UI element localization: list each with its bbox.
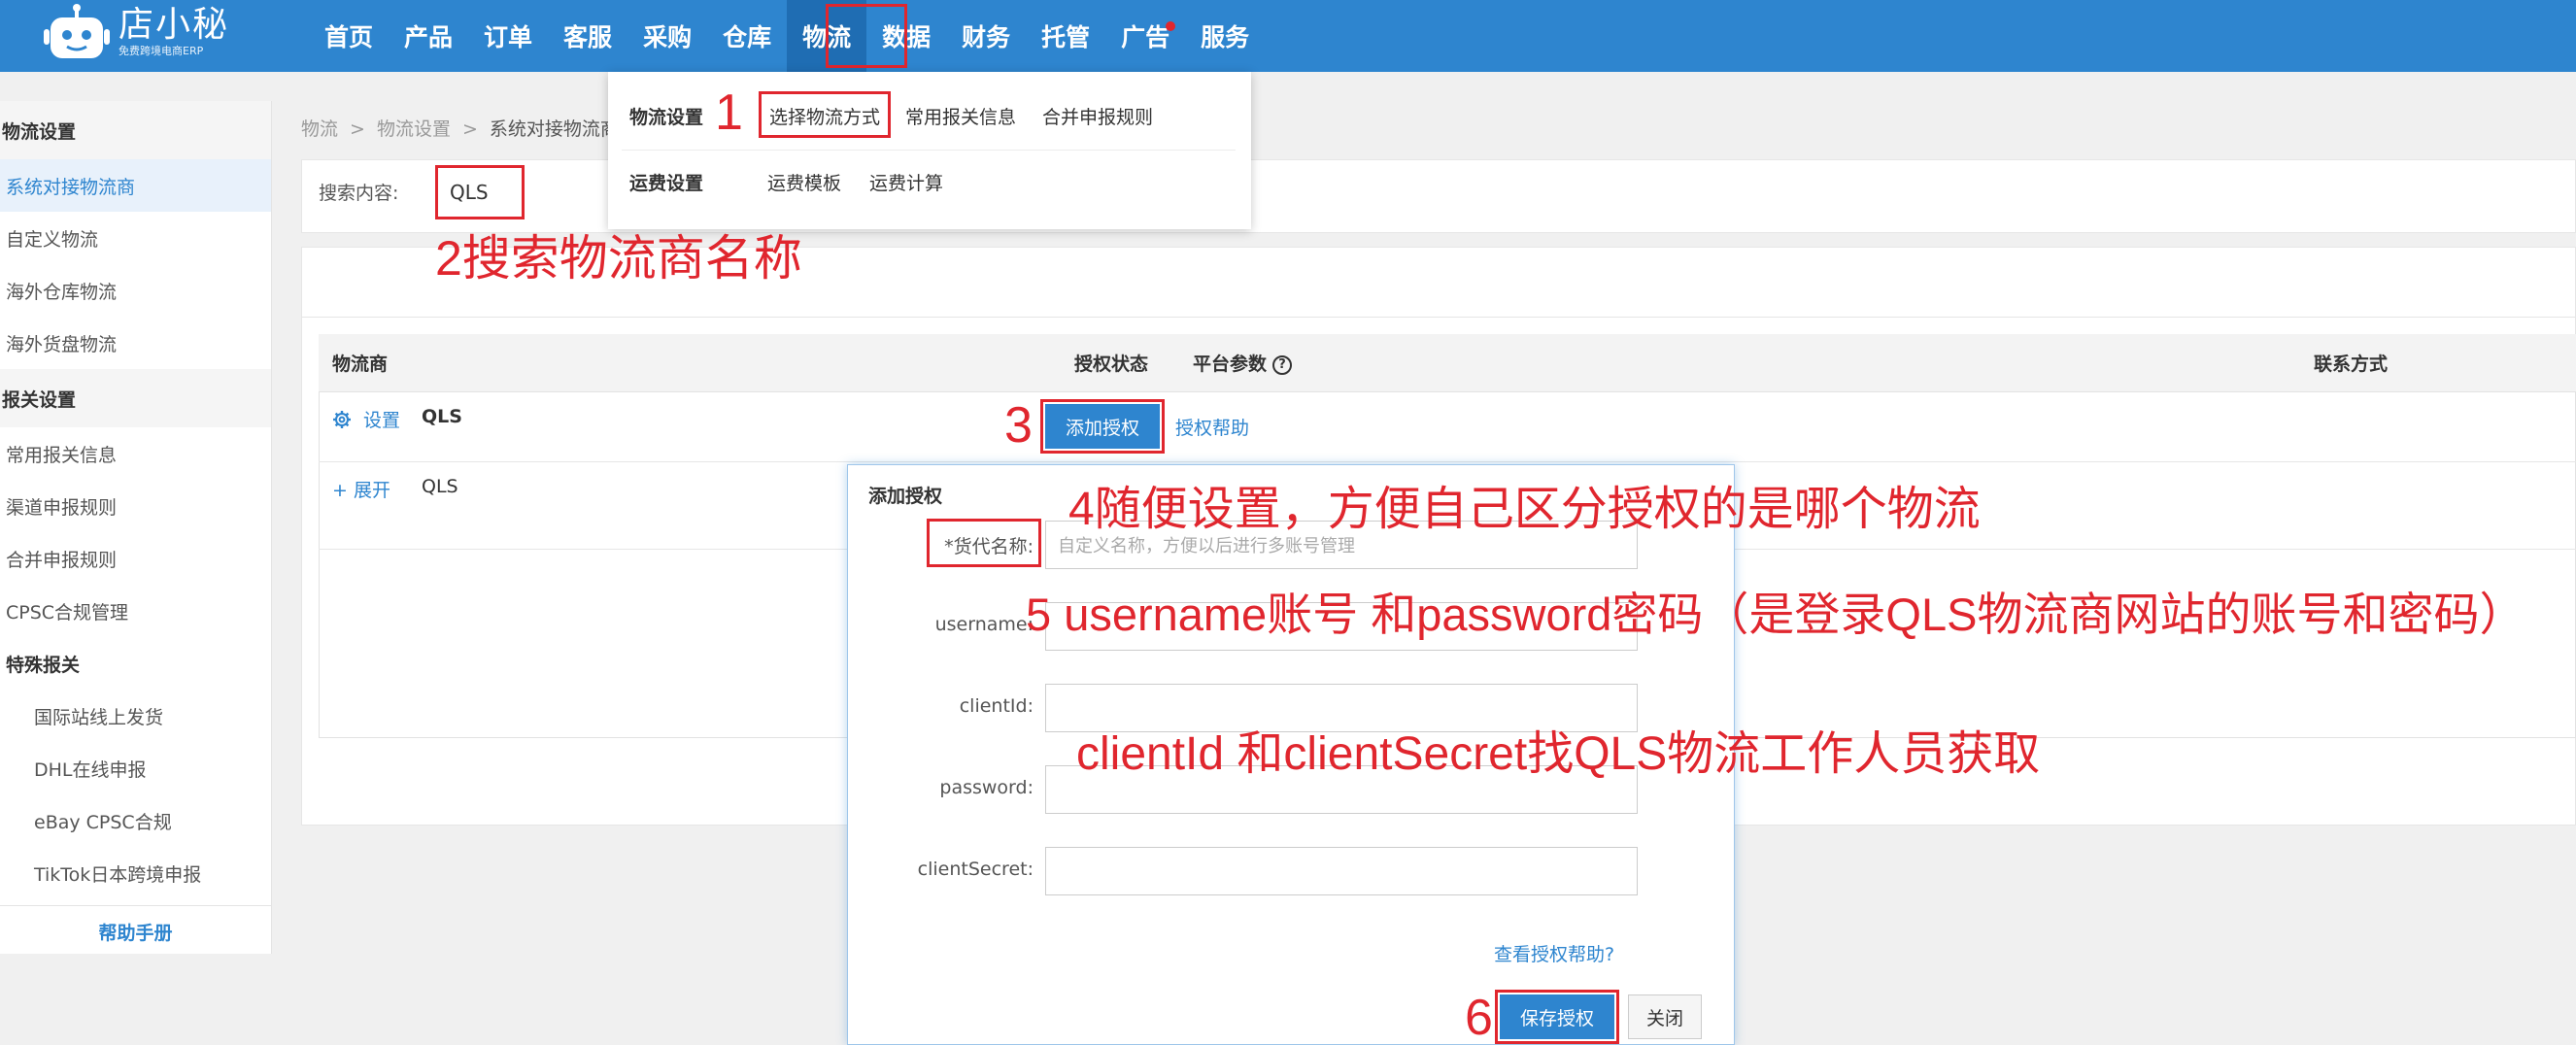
dropdown-group-logistics-settings: 物流设置 <box>629 107 704 128</box>
sidebar-item-channel-rules[interactable]: 渠道申报规则 <box>0 480 271 532</box>
client-secret-input[interactable] <box>1045 847 1638 895</box>
col-platform-params-label: 平台参数 <box>1193 354 1268 375</box>
dropdown-freight-calc[interactable]: 运费计算 <box>869 169 943 195</box>
annotation-step-5: 5 username账号 和password密码（是登录QLS物流商网站的账号和… <box>1026 589 2525 640</box>
nav-home[interactable]: 首页 <box>309 0 389 72</box>
auth-help-link[interactable]: 授权帮助 <box>1175 414 1249 440</box>
annotation-box-forwarder-label <box>927 519 1041 567</box>
sidebar: 物流设置 系统对接物流商 自定义物流 海外仓库物流 海外货盘物流 报关设置 常用… <box>0 101 272 954</box>
dropdown-merge-declaration-rules[interactable]: 合并申报规则 <box>1042 103 1153 129</box>
breadcrumb-logistics[interactable]: 物流 <box>301 118 338 140</box>
nav-customer-service[interactable]: 客服 <box>548 0 627 72</box>
col-contact: 联系方式 <box>2314 354 2389 375</box>
close-dialog-button[interactable]: 关闭 <box>1628 994 1702 1039</box>
nav-warehouse[interactable]: 仓库 <box>707 0 787 72</box>
sidebar-head-special-customs: 特殊报关 <box>6 654 81 676</box>
table-row: 设置 QLS <box>319 392 2576 462</box>
robot-logo-icon <box>44 4 110 58</box>
main-nav: 首页 产品 订单 客服 采购 仓库 物流 数据 财务 托管 广告 服务 <box>309 0 1265 72</box>
search-label: 搜索内容: <box>319 183 399 204</box>
password-label: password: <box>939 777 1034 798</box>
client-secret-label: clientSecret: <box>917 859 1034 880</box>
notification-dot <box>1166 21 1176 31</box>
settings-label: 设置 <box>363 410 401 431</box>
sidebar-item-merge-rules[interactable]: 合并申报规则 <box>0 532 271 585</box>
question-icon[interactable]: ? <box>1272 354 1293 375</box>
logo-subtext: 免费跨境电商ERP <box>119 45 204 57</box>
sidebar-item-overseas-warehouse[interactable]: 海外仓库物流 <box>0 264 271 317</box>
sidebar-item-dhl[interactable]: DHL在线申报 <box>0 742 271 794</box>
dialog-title: 添加授权 <box>868 486 943 507</box>
sidebar-item-system-carriers[interactable]: 系统对接物流商 <box>0 159 271 212</box>
annotation-step-4: 4随便设置，方便自己区分授权的是哪个物流 <box>1068 484 1981 535</box>
breadcrumb-logistics-settings[interactable]: 物流设置 <box>377 118 451 140</box>
carrier-name: QLS <box>422 406 462 427</box>
dropdown-freight-template[interactable]: 运费模板 <box>767 169 841 195</box>
logo[interactable]: 店小秘 免费跨境电商ERP <box>43 0 229 64</box>
sidebar-item-tiktok-japan[interactable]: TikTok日本跨境申报 <box>0 847 271 899</box>
nav-finance[interactable]: 财务 <box>946 0 1026 72</box>
col-carrier: 物流商 <box>332 354 389 375</box>
nav-products[interactable]: 产品 <box>389 0 468 72</box>
dropdown-divider <box>622 150 1236 151</box>
sidebar-item-ebay-cpsc[interactable]: eBay CPSC合规 <box>0 794 271 847</box>
dropdown-common-customs-info[interactable]: 常用报关信息 <box>905 103 1016 129</box>
sidebar-item-intl-shipping[interactable]: 国际站线上发货 <box>0 690 271 742</box>
sidebar-group-customs-settings: 报关设置 <box>0 369 271 427</box>
client-id-label: clientId: <box>959 695 1034 717</box>
annotation-box-select-method <box>759 91 891 138</box>
annotation-box-logistics-nav <box>826 4 907 68</box>
sidebar-item-common-customs[interactable]: 常用报关信息 <box>0 427 271 480</box>
nav-ads-label: 广告 <box>1121 23 1170 51</box>
logo-text: 店小秘 <box>119 5 230 45</box>
sidebar-help-manual[interactable]: 帮助手册 <box>0 905 271 958</box>
sidebar-item-overseas-pallet[interactable]: 海外货盘物流 <box>0 317 271 369</box>
nav-ads[interactable]: 广告 <box>1105 0 1185 72</box>
dropdown-group-freight-settings: 运费设置 <box>629 173 704 194</box>
sidebar-item-custom-logistics[interactable]: 自定义物流 <box>0 212 271 264</box>
sidebar-group-logistics-settings: 物流设置 <box>0 101 271 159</box>
nav-hosting[interactable]: 托管 <box>1026 0 1105 72</box>
expand-link[interactable]: + 展开 <box>332 476 390 502</box>
annotation-step-6: 6 <box>1465 990 1493 1045</box>
annotation-step-1: 1 <box>715 84 743 141</box>
save-authorization-button[interactable]: 保存授权 <box>1495 990 1619 1044</box>
breadcrumb: 物流 > 物流设置 > 系统对接物流商 <box>301 115 630 141</box>
nav-services[interactable]: 服务 <box>1185 0 1265 72</box>
add-authorization-button[interactable]: 添加授权 <box>1040 399 1165 454</box>
breadcrumb-current: 系统对接物流商 <box>489 118 619 140</box>
sidebar-item-cpsc[interactable]: CPSC合规管理 <box>0 585 271 637</box>
annotation-client-credentials: clientId 和clientSecret找QLS物流工作人员获取 <box>1076 728 2041 780</box>
view-auth-help-link[interactable]: 查看授权帮助? <box>1494 940 1614 966</box>
col-auth-status: 授权状态 <box>1074 354 1149 375</box>
breadcrumb-sep: > <box>350 118 365 140</box>
panel-divider <box>301 317 2576 318</box>
settings-link[interactable]: 设置 <box>332 406 400 432</box>
gear-icon <box>333 411 351 428</box>
annotation-step-3: 3 <box>1004 397 1033 454</box>
nav-orders[interactable]: 订单 <box>468 0 548 72</box>
breadcrumb-sep: > <box>461 118 478 140</box>
carrier-name: QLS <box>422 476 458 497</box>
username-label: username: <box>934 614 1034 635</box>
nav-purchasing[interactable]: 采购 <box>627 0 707 72</box>
search-input[interactable]: QLS <box>435 165 525 219</box>
table-header: 物流商 授权状态 平台参数? 联系方式 <box>319 334 2576 392</box>
logistics-dropdown-menu <box>608 72 1251 229</box>
annotation-step-2: 2搜索物流商名称 <box>435 231 802 286</box>
col-platform-params: 平台参数? <box>1193 350 1293 376</box>
